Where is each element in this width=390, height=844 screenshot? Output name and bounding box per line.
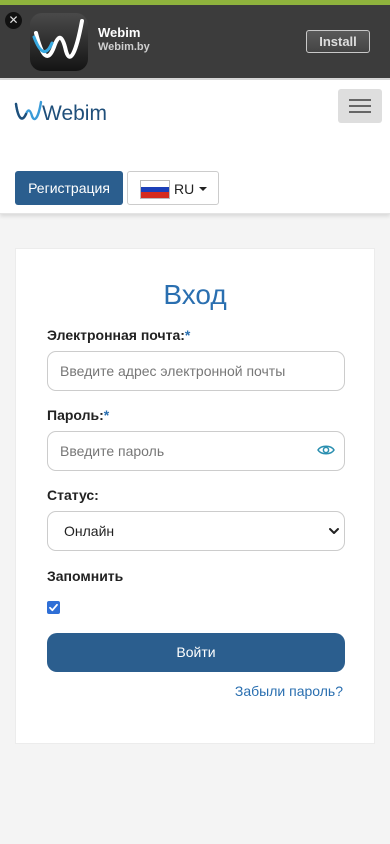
required-mark: * — [103, 407, 110, 423]
site-navbar: Webim Регистрация RU — [0, 80, 390, 214]
app-install-banner: ✕ Webim Webim.by Install — [0, 0, 390, 80]
eye-icon[interactable] — [317, 443, 335, 457]
login-button[interactable]: Войти — [47, 633, 345, 672]
status-label: Статус: — [47, 487, 99, 503]
email-label: Электронная почта:* — [47, 327, 191, 343]
email-field[interactable] — [47, 351, 345, 391]
remember-checkbox[interactable] — [47, 601, 60, 614]
register-button[interactable]: Регистрация — [15, 171, 123, 205]
russia-flag-icon — [140, 180, 170, 199]
status-selected-value: Онлайн — [64, 523, 115, 539]
language-dropdown[interactable]: RU — [127, 171, 219, 205]
page-title: Вход — [163, 279, 227, 310]
required-mark: * — [184, 327, 191, 343]
checkmark-icon — [49, 603, 58, 612]
remember-label: Запомнить — [47, 568, 124, 584]
hamburger-icon — [349, 99, 371, 101]
logo-text: Webim — [42, 102, 107, 125]
chevron-down-icon — [329, 528, 339, 534]
caret-down-icon — [199, 187, 207, 191]
banner-app-name: Webim — [98, 25, 141, 40]
install-button[interactable]: Install — [306, 30, 370, 53]
webim-app-icon — [30, 13, 88, 71]
language-code: RU — [174, 181, 195, 197]
banner-app-source: Webim.by — [98, 41, 150, 53]
close-icon[interactable]: ✕ — [5, 12, 22, 29]
menu-toggle-button[interactable] — [338, 89, 382, 123]
forgot-password-link[interactable]: Забыли пароль? — [235, 683, 343, 699]
webim-logo[interactable]: Webim — [14, 96, 116, 126]
password-label: Пароль:* — [47, 407, 110, 423]
password-field[interactable] — [47, 431, 345, 471]
login-card: Вход Электронная почта:* Пароль:* Статус… — [15, 248, 375, 744]
status-select[interactable]: Онлайн — [47, 511, 345, 551]
